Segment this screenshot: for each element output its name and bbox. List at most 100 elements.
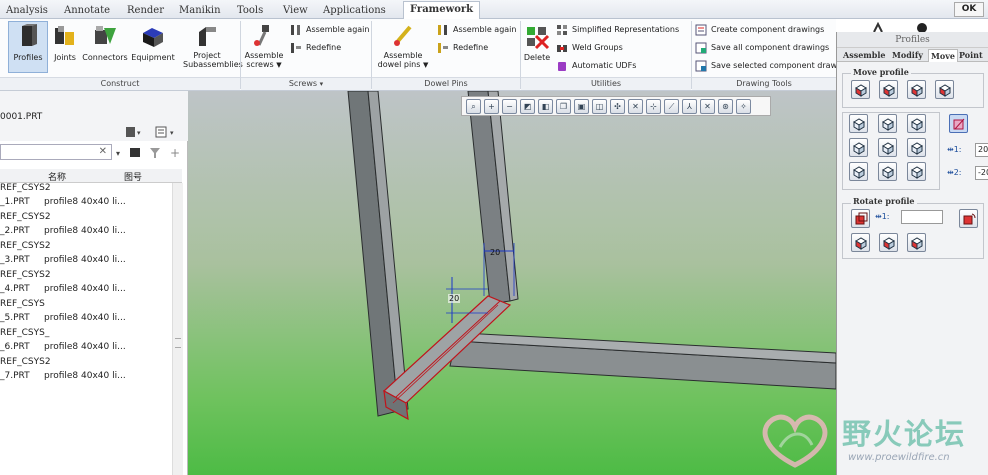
move-direction-button-8[interactable] xyxy=(878,162,897,181)
move-direction-button-9[interactable] xyxy=(907,162,926,181)
tree-item-name[interactable]: _5.PRT xyxy=(0,313,30,323)
move-profile-button-2[interactable] xyxy=(879,80,898,99)
equipment-button[interactable]: Equipment xyxy=(131,21,175,62)
move-profile-button-1[interactable] xyxy=(851,80,870,99)
move-direction-button-7[interactable] xyxy=(849,162,868,181)
frame-model[interactable] xyxy=(188,91,836,475)
plane-display-icon[interactable]: ⊹ xyxy=(646,98,661,114)
axis-display-icon[interactable]: ✕ xyxy=(628,98,643,114)
tree-item-name[interactable]: REF_CSYS2 xyxy=(0,270,51,280)
assemble-screws-button[interactable]: Assemble screws ▼ xyxy=(244,21,284,70)
move-profile-button-4[interactable] xyxy=(935,80,954,99)
scroll-grip[interactable] xyxy=(175,338,181,348)
tab-manikin[interactable]: Manikin xyxy=(173,3,227,19)
clear-search-icon[interactable]: ✕ xyxy=(99,146,107,157)
project-subassemblies-button[interactable]: Project Subassemblies xyxy=(176,21,243,69)
tree-item-name[interactable]: REF_CSYS2 xyxy=(0,212,51,222)
tree-item-name[interactable]: REF_CSYS2 xyxy=(0,183,51,193)
offset1-input[interactable]: 20 xyxy=(975,143,988,157)
annotation-display-icon[interactable]: ✕ xyxy=(700,98,715,114)
tab-view[interactable]: View xyxy=(277,3,314,19)
display-style-icon[interactable]: ◧ xyxy=(538,98,553,114)
move-select-profile-button[interactable] xyxy=(949,114,968,133)
move-direction-button-3[interactable] xyxy=(907,114,926,133)
spin-icon[interactable]: ✧ xyxy=(736,98,751,114)
joints-button[interactable]: Joints xyxy=(50,21,80,62)
graphics-viewport[interactable]: 20 20 ⌕ + − ◩ ◧ ❐ ▣ ◫ ✣ ✕ ⊹ ⟋ ⅄ ✕ ⊛ ✧ xyxy=(188,91,836,475)
profile-cube-icon xyxy=(939,84,951,97)
tab-annotate[interactable]: Annotate xyxy=(58,3,116,19)
tree-item-name[interactable]: _7.PRT xyxy=(0,371,30,381)
move-direction-button-1[interactable] xyxy=(849,114,868,133)
tree-scrollbar[interactable] xyxy=(172,183,183,475)
delete-button[interactable]: Delete xyxy=(522,21,552,62)
tree-settings-icons[interactable]: ▾ ▾ xyxy=(124,125,184,139)
refit-icon[interactable]: ⌕ xyxy=(466,98,481,114)
simplified-representations-button[interactable]: Simplified Representations xyxy=(556,23,679,37)
assemble-dowel-pins-button[interactable]: Assemble dowel pins ▼ xyxy=(374,21,432,70)
view-manager-icon[interactable]: ▣ xyxy=(574,98,589,114)
tree-item-name[interactable]: 0001.PRT xyxy=(0,112,42,122)
offset2-input[interactable]: -20 xyxy=(975,166,988,180)
spin-center-icon[interactable]: ⊛ xyxy=(718,98,733,114)
connectors-button[interactable]: Connectors xyxy=(82,21,128,62)
move-direction-button-2[interactable] xyxy=(878,114,897,133)
tab-assemble[interactable]: Assemble xyxy=(841,49,888,62)
column-name[interactable]: 名称 xyxy=(48,170,66,183)
move-profile-button-3[interactable] xyxy=(907,80,926,99)
screws-redefine-button[interactable]: Redefine xyxy=(290,41,341,55)
perspective-icon[interactable]: ◫ xyxy=(592,98,607,114)
tree-item-name[interactable]: REF_CSYS2 xyxy=(0,241,51,251)
screws-group-label[interactable]: Screws ▾ xyxy=(241,77,371,90)
saved-views-icon[interactable]: ❐ xyxy=(556,98,571,114)
csys-display-icon[interactable]: ⅄ xyxy=(682,98,697,114)
repaint-icon[interactable]: ◩ xyxy=(520,98,535,114)
tab-render[interactable]: Render xyxy=(121,3,170,19)
tree-item-name[interactable]: REF_CSYS_ xyxy=(0,328,49,338)
zoom-in-icon[interactable]: + xyxy=(484,98,499,114)
tree-item-name[interactable]: REF_CSYS2 xyxy=(0,357,51,367)
dowel-assemble-again-button[interactable]: Assemble again xyxy=(437,23,516,37)
tree-item-name[interactable]: _1.PRT xyxy=(0,197,30,207)
tree-item-name[interactable]: _6.PRT xyxy=(0,342,30,352)
tree-item-name[interactable]: _3.PRT xyxy=(0,255,30,265)
tab-modify[interactable]: Modify xyxy=(890,49,925,62)
move-direction-button-4[interactable] xyxy=(849,138,868,157)
rotate-select-button[interactable] xyxy=(851,209,870,228)
save-all-drawings-button[interactable]: Save all component drawings xyxy=(695,41,829,55)
move-direction-button-6[interactable] xyxy=(907,138,926,157)
tab-point[interactable]: Point xyxy=(957,49,985,62)
profiles-button[interactable]: Profiles xyxy=(8,21,48,73)
column-number[interactable]: 图号 xyxy=(124,170,142,183)
rotate-angle-input[interactable] xyxy=(901,210,943,224)
tab-framework[interactable]: Framework xyxy=(403,1,481,20)
datum-display-icon[interactable]: ✣ xyxy=(610,98,625,114)
dowel-redefine-button[interactable]: Redefine xyxy=(437,41,488,55)
tab-analysis[interactable]: Analysis xyxy=(0,3,54,19)
rotate-preset-button-1[interactable] xyxy=(851,233,870,252)
tab-applications[interactable]: Applications xyxy=(317,3,392,19)
tree-item-name[interactable]: _4.PRT xyxy=(0,284,30,294)
ok-button[interactable]: OK xyxy=(954,2,984,17)
rotate-preset-button-2[interactable] xyxy=(879,233,898,252)
create-component-drawings-button[interactable]: Create component drawings xyxy=(695,23,824,37)
tree-search-input[interactable]: ✕ xyxy=(0,144,112,160)
zoom-out-icon[interactable]: − xyxy=(502,98,517,114)
dimension-label-left[interactable]: 20 xyxy=(448,294,461,303)
automatic-udfs-button[interactable]: Automatic UDFs xyxy=(556,59,636,73)
assemble-screws-label-2: screws ▼ xyxy=(246,60,282,69)
point-display-icon[interactable]: ⟋ xyxy=(664,98,679,114)
search-tools-icons[interactable]: ▾ + xyxy=(116,146,184,160)
tree-item-name[interactable]: REF_CSYS xyxy=(0,299,45,309)
dimension-label-top[interactable]: 20 xyxy=(490,248,500,257)
weld-groups-button[interactable]: Weld Groups xyxy=(556,41,623,55)
add-icon: + xyxy=(170,146,180,160)
save-selected-drawings-button[interactable]: Save selected component drawi xyxy=(695,59,839,73)
tab-tools[interactable]: Tools xyxy=(231,3,269,19)
move-direction-button-5[interactable] xyxy=(878,138,897,157)
tab-move[interactable]: Move xyxy=(928,49,958,62)
tree-item-name[interactable]: _2.PRT xyxy=(0,226,30,236)
screws-assemble-again-button[interactable]: Assemble again xyxy=(290,23,369,37)
rotate-preset-button-3[interactable] xyxy=(907,233,926,252)
rotate-apply-button[interactable] xyxy=(959,209,978,228)
